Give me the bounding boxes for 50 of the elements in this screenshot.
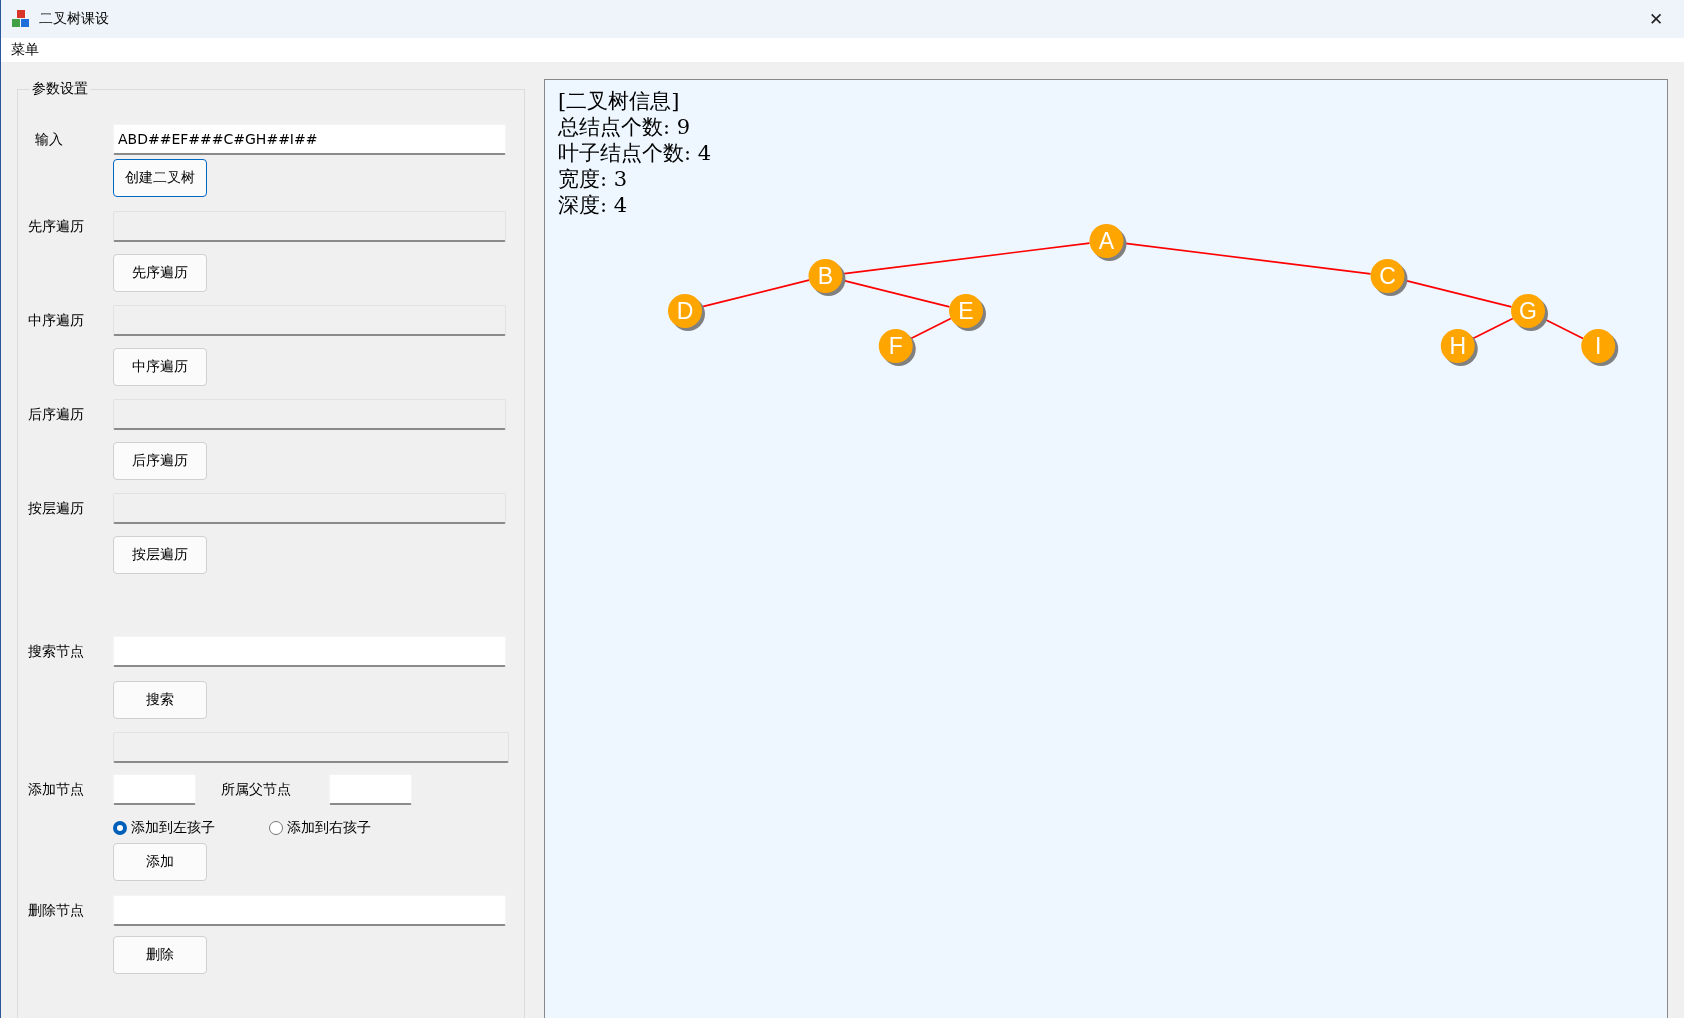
tree-node: I bbox=[1581, 329, 1619, 366]
result-field[interactable] bbox=[113, 732, 509, 763]
info-line: 宽度: 3 bbox=[558, 166, 628, 192]
tree-node: C bbox=[1370, 259, 1408, 296]
traverse-button[interactable]: 中序遍历 bbox=[113, 348, 207, 386]
edge-line bbox=[910, 317, 952, 340]
group-title: 参数设置 bbox=[31, 80, 89, 98]
tree-node: E bbox=[949, 294, 986, 331]
window-title: 二叉树课设 bbox=[39, 10, 110, 28]
radio-option[interactable]: 添加到左孩子 bbox=[113, 819, 269, 837]
info-line: 深度: 4 bbox=[558, 192, 628, 218]
search-field[interactable] bbox=[113, 636, 506, 667]
create-tree-button[interactable]: 创建二叉树 bbox=[113, 159, 207, 197]
field-label: 中序遍历 bbox=[28, 311, 85, 330]
tree-node: D bbox=[668, 294, 705, 331]
field-label: 输入 bbox=[34, 130, 64, 149]
info-line: 总结点个数: 9 bbox=[558, 114, 691, 140]
search-button[interactable]: 搜索 bbox=[113, 681, 207, 719]
close-button[interactable]: ✕ bbox=[1638, 4, 1674, 34]
tree-node: A bbox=[1089, 224, 1127, 261]
info-title: [二叉树信息] bbox=[558, 88, 680, 114]
field-label: 添加节点 bbox=[28, 780, 85, 799]
delete-field[interactable] bbox=[113, 895, 506, 926]
field-label: 后序遍历 bbox=[28, 405, 85, 424]
edge-line bbox=[1472, 317, 1514, 340]
menu-item[interactable]: 菜单 bbox=[11, 41, 39, 59]
node-field[interactable] bbox=[113, 774, 196, 805]
result-field[interactable] bbox=[113, 493, 506, 524]
info-line: 叶子结点个数: 4 bbox=[558, 140, 712, 166]
result-field[interactable] bbox=[113, 305, 506, 336]
radio-option[interactable]: 添加到右孩子 bbox=[269, 819, 371, 837]
tree-node: F bbox=[878, 329, 916, 366]
delete-button[interactable]: 删除 bbox=[113, 936, 207, 974]
field-label: 按层遍历 bbox=[28, 499, 85, 518]
tree-node: H bbox=[1440, 329, 1478, 366]
result-field[interactable] bbox=[113, 399, 506, 430]
parent-field[interactable] bbox=[329, 774, 412, 805]
field-label: 先序遍历 bbox=[28, 217, 85, 236]
traverse-button[interactable]: 先序遍历 bbox=[113, 254, 207, 292]
field-label: 所属父节点 bbox=[221, 780, 292, 799]
traverse-button[interactable]: 后序遍历 bbox=[113, 442, 207, 480]
add-button[interactable]: 添加 bbox=[113, 843, 207, 881]
tree-node: B bbox=[808, 259, 846, 296]
field-label: 删除节点 bbox=[28, 901, 85, 920]
app-cubes-icon bbox=[11, 9, 31, 29]
traverse-button[interactable]: 按层遍历 bbox=[113, 536, 207, 574]
input-field[interactable]: ABD##EF###C#GH##I## bbox=[113, 124, 506, 155]
result-field[interactable] bbox=[113, 211, 506, 242]
field-label: 搜索节点 bbox=[28, 642, 85, 661]
tree-node: G bbox=[1511, 294, 1548, 331]
